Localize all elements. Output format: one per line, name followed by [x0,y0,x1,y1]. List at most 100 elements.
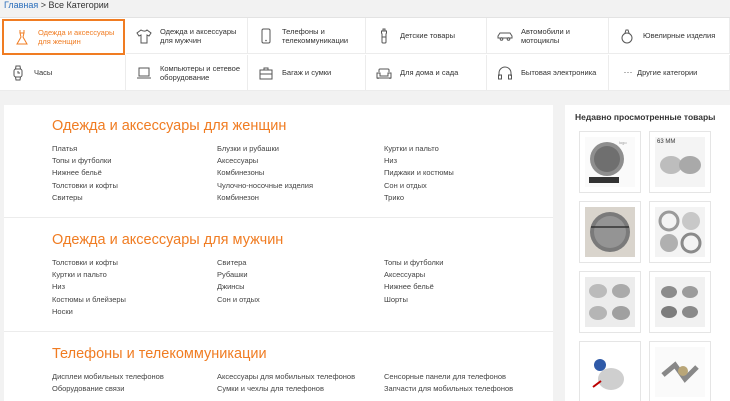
recent-product-thumbnail[interactable] [579,341,641,401]
subcategory-link[interactable]: Комбинезон [217,192,377,204]
recent-product-thumbnail[interactable] [649,201,711,263]
subcategory-link[interactable]: Топы и футболки [52,155,212,167]
subcategory-link[interactable]: Чулочно-носочные изделия [217,180,377,192]
section-women: Одежда и аксессуары для женщин Платья Топ… [4,105,553,218]
subcategory-link[interactable]: Сенсорные панели для телефонов [384,371,544,383]
thumb-size-label: 63 MM [657,139,675,145]
subcategory-link[interactable]: Куртки и пальто [384,143,544,155]
category-8[interactable]: Компьютеры и сетевое оборудование [126,55,248,91]
subcategory-link[interactable]: Носки [52,306,212,318]
subcategory-link[interactable]: Нижнее бельё [52,167,212,179]
recent-product-thumbnail[interactable] [649,341,711,401]
subcategory-link[interactable]: Топы и футболки [384,257,544,269]
subcategory-link[interactable]: Свитеры [52,192,212,204]
subcategory-link[interactable]: Блузки и рубашки [217,143,377,155]
category-bar: Одежда и аксессуары для женщин Одежда и а… [0,17,730,91]
phone-icon [258,28,274,44]
category-label: Другие категории [637,68,698,77]
subcategory-link[interactable]: Пиджаки и костюмы [384,167,544,179]
category-12[interactable]: ··· Другие категории [609,55,730,91]
breadcrumb: Главная > Все Категории [4,0,109,14]
subcategory-link[interactable]: Оборудование связи [52,383,212,395]
recent-product-thumbnail[interactable] [649,271,711,333]
category-label: Бытовая электроника [521,68,597,77]
subcategory-link[interactable]: Сумки и чехлы для телефонов [217,383,377,395]
subcategory-link[interactable]: Сон и отдых [217,294,377,306]
category-label: Детские товары [400,31,455,40]
watch-icon [10,65,26,81]
subcategory-link[interactable]: Комбинезоны [217,167,377,179]
subcategory-link[interactable]: Толстовки и кофты [52,180,212,192]
subcategory-link[interactable]: Аксессуары для мобильных телефонов [217,371,377,383]
category-label: Компьютеры и сетевое оборудование [160,63,241,82]
category-6[interactable]: Ювелирные изделия [609,18,730,54]
category-label: Телефоны и телекоммуникации [282,26,349,45]
subcategory-link[interactable]: Платья [52,143,212,155]
headphones-icon [497,65,513,81]
subcategory-link[interactable]: Сон и отдых [384,180,544,192]
subcategory-link[interactable]: Куртки и пальто [52,269,212,281]
category-label: Багаж и сумки [282,68,332,77]
category-label: Для дома и сада [400,68,459,77]
dots-icon: ··· [623,67,633,77]
section-phones: Телефоны и телекоммуникации Дисплеи моби… [4,332,553,401]
category-7[interactable]: Часы [0,55,126,91]
subcategory-link[interactable]: Дисплеи мобильных телефонов [52,371,212,383]
subcategory-link[interactable]: Костюмы и блейзеры [52,294,212,306]
category-9[interactable]: Багаж и сумки [248,55,366,91]
bag-icon [258,65,274,81]
subcategory-link[interactable]: Низ [52,281,212,293]
category-4[interactable]: Детские товары [366,18,487,54]
category-5[interactable]: Автомобили и мотоциклы [487,18,609,54]
category-sections: Одежда и аксессуары для женщин Платья Топ… [4,105,553,401]
subcategory-link[interactable]: Свитера [217,257,377,269]
subcategory-link[interactable]: Рубашки [217,269,377,281]
product-image [585,347,635,397]
breadcrumb-home-link[interactable]: Главная [4,0,38,10]
subcategory-link[interactable]: Аксессуары [384,269,544,281]
links-column: Топы и футболки Аксессуары Нижнее бельё Шор… [384,257,544,306]
subcategory-link[interactable]: Шорты [384,294,544,306]
subcategory-link[interactable]: Толстовки и кофты [52,257,212,269]
subcategory-link[interactable]: Джинсы [217,281,377,293]
subcategory-link[interactable]: Аксессуары [217,155,377,167]
car-icon [497,28,513,44]
category-11[interactable]: Бытовая электроника [487,55,609,91]
category-2[interactable]: Одежда и аксессуары для мужчин [126,18,248,54]
product-image [655,207,705,257]
product-image [655,277,705,327]
recent-product-thumbnail[interactable] [579,271,641,333]
links-column: Толстовки и кофты Куртки и пальто Низ Костю… [52,257,212,318]
section-title[interactable]: Одежда и аксессуары для мужчин [52,232,283,248]
subcategory-link[interactable]: Нижнее бельё [384,281,544,293]
product-image [585,277,635,327]
baby-bottle-icon [376,28,392,44]
recent-product-thumbnail[interactable]: logo [579,131,641,193]
category-1[interactable]: Одежда и аксессуары для женщин [2,19,125,55]
product-image [585,207,635,257]
recent-product-thumbnail[interactable] [579,201,641,263]
category-label: Автомобили и мотоциклы [521,26,570,45]
section-title[interactable]: Одежда и аксессуары для женщин [52,118,286,134]
section-title[interactable]: Телефоны и телекоммуникации [52,346,267,362]
dress-icon [14,29,30,45]
recently-viewed-title: Недавно просмотренные товары [575,112,716,122]
links-column: Блузки и рубашки Аксессуары Комбинезоны Чул… [217,143,377,204]
subcategory-link[interactable]: Трико [384,192,544,204]
recent-product-thumbnail[interactable]: 63 MM [649,131,711,193]
category-label: Часы [34,68,53,77]
links-column: Платья Топы и футболки Нижнее бельё Толстов… [52,143,212,204]
subcategory-link[interactable]: Низ [384,155,544,167]
category-label: Одежда и аксессуары для женщин [38,28,115,46]
links-column: Куртки и пальто Низ Пиджаки и костюмы Сон и… [384,143,544,204]
category-10[interactable]: Для дома и сада [366,55,487,91]
category-3[interactable]: Телефоны и телекоммуникации [248,18,366,54]
links-column: Дисплеи мобильных телефонов Оборудование … [52,371,212,395]
product-image: logo [585,137,635,187]
links-column: Свитера Рубашки Джинсы Сон и отдых [217,257,377,306]
tshirt-icon [136,28,152,44]
recently-viewed-panel: Недавно просмотренные товары logo 63 MM [565,105,730,401]
subcategory-link[interactable]: Запчасти для мобильных телефонов [384,383,544,395]
product-image: 63 MM [655,137,705,187]
links-column: Аксессуары для мобильных телефонов Сумки … [217,371,377,395]
